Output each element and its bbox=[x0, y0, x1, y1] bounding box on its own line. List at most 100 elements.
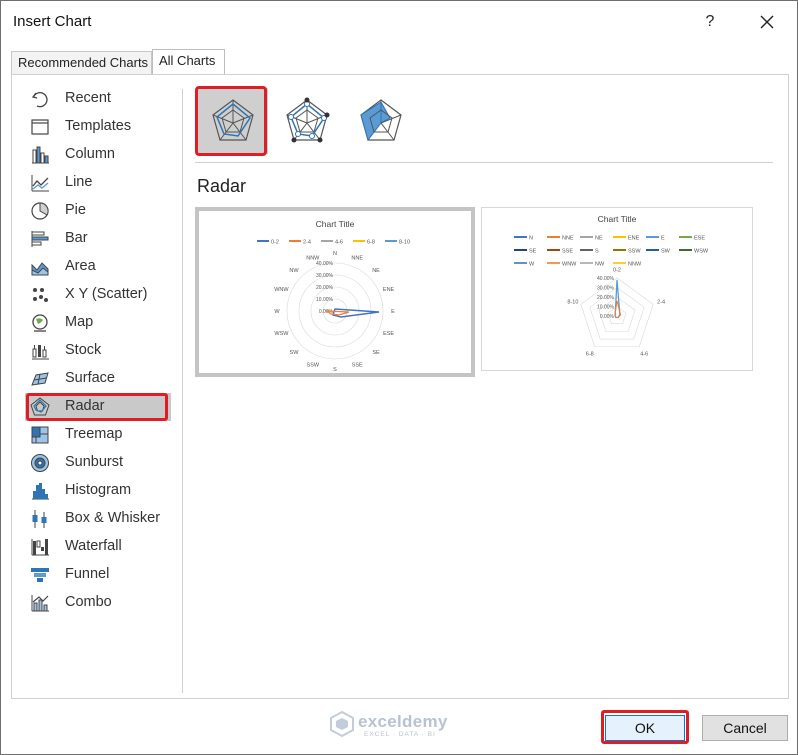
preview-2-category-label: 0-2 bbox=[613, 268, 621, 274]
divider-vertical bbox=[182, 89, 183, 693]
dialog-title: Insert Chart bbox=[13, 13, 92, 30]
sidebar-item-bar[interactable]: Bar bbox=[25, 225, 171, 253]
sidebar-item-label: Area bbox=[65, 258, 96, 274]
preview-2-legend-label: NW bbox=[595, 262, 605, 268]
sidebar-item-templates[interactable]: Templates bbox=[25, 113, 171, 141]
sidebar-item-stock[interactable]: Stock bbox=[25, 337, 171, 365]
preview-2-tick-label: 10.00% bbox=[597, 305, 615, 311]
scatter-chart-icon bbox=[33, 288, 48, 302]
sidebar-item-treemap[interactable]: Treemap bbox=[25, 421, 171, 449]
insert-chart-dialog: Insert Chart ? Recommended Charts All Ch… bbox=[0, 0, 798, 755]
sidebar-item-area[interactable]: Area bbox=[25, 253, 171, 281]
watermark-name: exceldemy bbox=[358, 712, 448, 731]
preview-2-legend-label: W bbox=[529, 262, 535, 268]
preview-2-legend-label: ESE bbox=[694, 236, 705, 242]
help-button[interactable]: ? bbox=[698, 10, 722, 34]
preview-2-legend-label: NNW bbox=[628, 262, 642, 268]
preview-1-category-label: NE bbox=[372, 268, 380, 274]
preview-2-legend-label: SW bbox=[661, 249, 671, 255]
sunburst-chart-icon bbox=[31, 454, 49, 472]
sidebar-item-sunburst[interactable]: Sunburst bbox=[25, 449, 171, 477]
preview-1-category-label: N bbox=[333, 251, 337, 257]
subtype-radar[interactable] bbox=[198, 88, 268, 154]
chart-preview-2[interactable]: Chart Title N NNE NE ENE E ESE SE SSE S SSW SW WSW W W… bbox=[481, 207, 753, 371]
preview-1-category-label: WNW bbox=[274, 287, 289, 293]
subtype-radar-with-markers[interactable] bbox=[272, 88, 342, 154]
chart-type-title: Radar bbox=[197, 176, 247, 196]
preview-2-tick-label: 30.00% bbox=[597, 286, 615, 292]
cancel-button[interactable]: Cancel bbox=[702, 715, 788, 741]
preview-2-legend-label: NE bbox=[595, 236, 603, 242]
preview-2-tick-label: 20.00% bbox=[597, 295, 615, 301]
waterfall-chart-icon bbox=[31, 539, 49, 556]
preview-1-category-label: SSW bbox=[307, 363, 320, 369]
exceldemy-logo-icon bbox=[330, 710, 354, 738]
sidebar-item-histogram[interactable]: Histogram bbox=[25, 477, 171, 505]
preview-1-legend-label: 6-8 bbox=[367, 240, 375, 246]
preview-1-tick-label: 10.00% bbox=[316, 297, 334, 303]
sidebar-item-recent[interactable]: Recent bbox=[25, 85, 171, 113]
recent-icon bbox=[31, 92, 48, 108]
preview-1-series-line bbox=[332, 308, 380, 318]
preview-2-legend-label: N bbox=[529, 236, 533, 242]
sidebar-item-label: Pie bbox=[65, 202, 86, 218]
preview-2-legend-label: S bbox=[595, 249, 599, 255]
preview-2-tick-label: 0.00% bbox=[600, 314, 615, 320]
subtype-filled-radar[interactable] bbox=[346, 88, 416, 154]
tab-recommended-charts[interactable]: Recommended Charts bbox=[11, 51, 152, 75]
preview-2-legend-label: WNW bbox=[562, 262, 577, 268]
box-whisker-chart-icon bbox=[32, 510, 47, 528]
preview-1-category-label: SW bbox=[290, 350, 300, 356]
templates-icon bbox=[31, 119, 49, 135]
line-chart-icon bbox=[31, 175, 49, 192]
sidebar-item-radar[interactable]: Radar bbox=[25, 393, 171, 421]
sidebar-item-column[interactable]: Column bbox=[25, 141, 171, 169]
preview-2-title: Chart Title bbox=[598, 214, 637, 224]
radar-markers-icon bbox=[286, 97, 330, 143]
preview-2-category-label: 2-4 bbox=[657, 300, 665, 306]
title-bar: Insert Chart ? bbox=[1, 1, 797, 43]
preview-1-legend-label: 2-4 bbox=[303, 240, 311, 246]
histogram-chart-icon bbox=[32, 483, 49, 500]
sidebar-item-pie[interactable]: Pie bbox=[25, 197, 171, 225]
close-icon bbox=[760, 15, 774, 29]
sidebar-item-funnel[interactable]: Funnel bbox=[25, 561, 171, 589]
sidebar-item-label: Recent bbox=[65, 90, 111, 106]
surface-chart-icon bbox=[31, 372, 49, 386]
bar-chart-icon bbox=[31, 231, 49, 247]
preview-1-tick-label: 40.00% bbox=[316, 261, 334, 267]
sidebar-item-box-whisker[interactable]: Box & Whisker bbox=[25, 505, 171, 533]
sidebar-item-label: Combo bbox=[65, 594, 112, 610]
area-chart-icon bbox=[31, 262, 49, 276]
sidebar-item-scatter[interactable]: X Y (Scatter) bbox=[25, 281, 171, 309]
sidebar-item-surface[interactable]: Surface bbox=[25, 365, 171, 393]
treemap-chart-icon bbox=[31, 426, 49, 444]
preview-1-category-label: NW bbox=[289, 268, 299, 274]
sidebar-item-waterfall[interactable]: Waterfall bbox=[25, 533, 171, 561]
tab-all-charts[interactable]: All Charts bbox=[152, 49, 225, 75]
preview-2-category-label: 4-6 bbox=[640, 352, 648, 358]
chart-preview-1[interactable]: Chart Title 0-2 2-4 4-6 6-8 8-10 N NNE NE ENE E ESE… bbox=[195, 207, 475, 377]
column-chart-icon bbox=[32, 146, 49, 164]
pie-chart-icon bbox=[31, 202, 49, 220]
sidebar-item-label: Radar bbox=[65, 398, 105, 414]
filled-radar-icon bbox=[360, 99, 402, 142]
preview-2-legend-label: SE bbox=[529, 249, 537, 255]
preview-2-category-label: 6-8 bbox=[586, 352, 594, 358]
preview-2-legend-label: WSW bbox=[694, 249, 709, 255]
preview-1-title: Chart Title bbox=[316, 219, 355, 229]
preview-1-legend-label: 0-2 bbox=[271, 240, 279, 246]
sidebar-item-label: Templates bbox=[65, 118, 132, 134]
preview-1-category-label: SSE bbox=[352, 363, 363, 369]
sidebar-item-combo[interactable]: Combo bbox=[25, 589, 171, 617]
ok-button[interactable]: OK bbox=[605, 715, 685, 741]
sidebar-item-label: Treemap bbox=[65, 426, 123, 442]
sidebar-item-label: Surface bbox=[65, 370, 115, 386]
sidebar-item-label: Histogram bbox=[65, 482, 132, 498]
sidebar-item-line[interactable]: Line bbox=[25, 169, 171, 197]
radar-icon bbox=[212, 99, 254, 141]
preview-1-category-label: ESE bbox=[383, 331, 394, 337]
close-button[interactable] bbox=[755, 10, 779, 34]
sidebar-item-map[interactable]: Map bbox=[25, 309, 171, 337]
sidebar-item-label: Funnel bbox=[65, 566, 110, 582]
